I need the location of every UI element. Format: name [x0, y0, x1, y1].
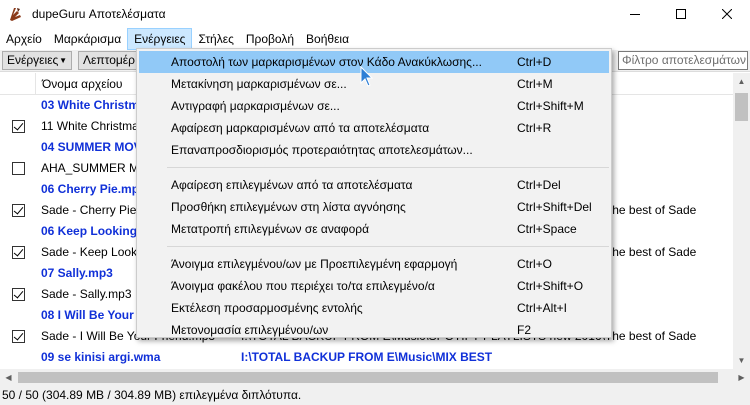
- filter-input[interactable]: Φίλτρο αποτελεσμάτων: [618, 51, 748, 70]
- row-filename: 09 se kinisi argi.wma: [41, 350, 161, 364]
- menu-item[interactable]: Αποστολή των μαρκαρισμένων στον Κάδο Ανα…: [139, 51, 609, 73]
- menu-separator: [167, 246, 609, 247]
- row-check-cell: [0, 221, 36, 242]
- close-icon: [722, 9, 732, 19]
- menu-mark[interactable]: Μαρκάρισμα: [48, 28, 127, 50]
- row-check-cell: [0, 158, 36, 179]
- details-button[interactable]: Λεπτομέρ: [78, 51, 138, 70]
- row-check-cell: [0, 305, 36, 326]
- menu-item-shortcut: Ctrl+Shift+M: [517, 99, 584, 113]
- window-controls: [612, 0, 750, 28]
- menu-item-label: Αποστολή των μαρκαρισμένων στον Κάδο Ανα…: [171, 55, 482, 69]
- menu-view[interactable]: Προβολή: [240, 28, 300, 50]
- menu-item-shortcut: Ctrl+Shift+Del: [517, 200, 592, 214]
- scroll-up-icon[interactable]: ▲: [733, 73, 750, 90]
- menu-item-shortcut: Ctrl+O: [517, 257, 553, 271]
- status-text: 50 / 50 (304.89 MB / 304.89 MB) επιλεγμέ…: [2, 388, 302, 402]
- row-check-cell: [0, 326, 36, 347]
- filter-placeholder: Φίλτρο αποτελεσμάτων: [622, 53, 747, 67]
- actions-dropdown-button[interactable]: Ενέργειες ▼: [2, 51, 72, 70]
- menu-item-label: Εκτέλεση προσαρμοσμένης εντολής: [171, 301, 363, 315]
- menu-item-label: Άνοιγμα επιλεγμένου/ων με Προεπιλεγμένη …: [171, 257, 458, 271]
- row-check-cell: [0, 284, 36, 305]
- menu-item-shortcut: Ctrl+M: [517, 77, 553, 91]
- mouse-cursor-icon: [360, 66, 374, 87]
- menu-item-label: Επαναπροσδιορισμός προτεραιότητας αποτελ…: [171, 143, 473, 157]
- row-checkbox[interactable]: [11, 330, 25, 343]
- row-check-cell: [0, 179, 36, 200]
- menu-help[interactable]: Βοήθεια: [300, 28, 355, 50]
- row-folder: I:\TOTAL BACKUP FROM E\Music\MIX BEST: [241, 350, 493, 364]
- horizontal-scroll-thumb[interactable]: [18, 372, 718, 383]
- menu-columns[interactable]: Στήλες: [192, 28, 239, 50]
- menu-item[interactable]: Προσθήκη επιλεγμένων στη λίστα αγνόησης C…: [137, 196, 611, 218]
- menu-bar: Αρχείο Μαρκάρισμα Ενέργειες Στήλες Προβο…: [0, 28, 750, 50]
- scroll-left-icon[interactable]: ◀: [0, 369, 17, 386]
- status-bar: 50 / 50 (304.89 MB / 304.89 MB) επιλεγμέ…: [0, 386, 750, 405]
- menu-item[interactable]: Μετακίνηση μαρκαρισμένων σε... Ctrl+M: [137, 73, 611, 95]
- row-check-cell: [0, 347, 36, 368]
- menu-item[interactable]: Εκτέλεση προσαρμοσμένης εντολής Ctrl+Alt+…: [137, 297, 611, 319]
- menu-item-label: Αφαίρεση επιλεγμένων από τα αποτελέσματα: [171, 178, 413, 192]
- row-check-cell: [0, 242, 36, 263]
- row-checkbox[interactable]: [11, 288, 25, 301]
- dupeguru-app-icon: [10, 8, 21, 21]
- menu-item-shortcut: Ctrl+R: [517, 121, 552, 135]
- row-check-cell: [0, 137, 36, 158]
- header-check-column[interactable]: [0, 73, 36, 95]
- menu-item[interactable]: Άνοιγμα επιλεγμένου/ων με Προεπιλεγμένη …: [137, 253, 611, 275]
- menu-item[interactable]: Αντιγραφή μαρκαρισμένων σε... Ctrl+Shift+…: [137, 95, 611, 117]
- menu-item-shortcut: Ctrl+Alt+I: [517, 301, 568, 315]
- menu-separator: [167, 167, 609, 168]
- vertical-scroll-thumb[interactable]: [735, 93, 748, 121]
- menu-item[interactable]: Μετονομασία επιλεγμένου/ων F2: [137, 319, 611, 341]
- actions-menu-dropdown: Αποστολή των μαρκαρισμένων στον Κάδο Ανα…: [136, 48, 612, 338]
- menu-item-shortcut: Ctrl+D: [517, 55, 552, 69]
- row-check-cell: [0, 200, 36, 221]
- row-check-cell: [0, 263, 36, 284]
- menu-item[interactable]: Επαναπροσδιορισμός προτεραιότητας αποτελ…: [137, 139, 611, 161]
- menu-item[interactable]: Μετατροπή επιλεγμένων σε αναφορά Ctrl+Spa…: [137, 218, 611, 240]
- menu-item[interactable]: Αφαίρεση μαρκαρισμένων από τα αποτελέσμα…: [137, 117, 611, 139]
- menu-item-label: Μετακίνηση μαρκαρισμένων σε...: [171, 77, 347, 91]
- maximize-icon: [676, 9, 686, 19]
- menu-actions[interactable]: Ενέργειες: [127, 28, 193, 50]
- row-checkbox[interactable]: [11, 162, 25, 175]
- row-check-cell: [0, 95, 36, 116]
- close-button[interactable]: [704, 0, 750, 28]
- menu-item-label: Προσθήκη επιλεγμένων στη λίστα αγνόησης: [171, 200, 406, 214]
- menu-item-shortcut: F2: [517, 323, 532, 337]
- scroll-down-icon[interactable]: ▼: [733, 352, 750, 369]
- menu-item[interactable]: Άνοιγμα φακέλου που περιέχει το/τα επιλε…: [137, 275, 611, 297]
- window-title: dupeGuru Αποτελέσματα: [32, 7, 166, 21]
- menu-item[interactable]: Αφαίρεση επιλεγμένων από τα αποτελέσματα…: [137, 174, 611, 196]
- minimize-button[interactable]: [612, 0, 658, 28]
- scroll-right-icon[interactable]: ▶: [733, 369, 750, 386]
- menu-item-label: Αφαίρεση μαρκαρισμένων από τα αποτελέσμα…: [171, 121, 430, 135]
- menu-item-label: Άνοιγμα φακέλου που περιέχει το/τα επιλε…: [171, 279, 435, 293]
- table-row[interactable]: 09 se kinisi argi.wma I:\TOTAL BACKUP FRO…: [0, 347, 738, 368]
- dropdown-arrow-icon: ▼: [59, 56, 67, 65]
- menu-item-shortcut: Ctrl+Shift+O: [517, 279, 584, 293]
- horizontal-scrollbar[interactable]: ◀ ▶: [0, 369, 750, 386]
- row-checkbox[interactable]: [11, 246, 25, 259]
- menu-item-shortcut: Ctrl+Space: [517, 222, 577, 236]
- menu-file[interactable]: Αρχείο: [0, 28, 48, 50]
- menu-item-shortcut: Ctrl+Del: [517, 178, 561, 192]
- menu-item-label: Μετονομασία επιλεγμένου/ων: [171, 323, 329, 337]
- row-checkbox[interactable]: [11, 204, 25, 217]
- row-check-cell: [0, 116, 36, 137]
- minimize-icon: [630, 14, 640, 15]
- vertical-scrollbar[interactable]: ▲ ▼: [733, 73, 750, 369]
- maximize-button[interactable]: [658, 0, 704, 28]
- actions-dropdown-label: Ενέργειες: [7, 53, 59, 67]
- title-bar: dupeGuru Αποτελέσματα: [0, 0, 750, 28]
- details-button-label: Λεπτομέρ: [83, 53, 135, 67]
- menu-item-label: Αντιγραφή μαρκαρισμένων σε...: [171, 99, 340, 113]
- row-checkbox[interactable]: [11, 120, 25, 133]
- menu-item-label: Μετατροπή επιλεγμένων σε αναφορά: [171, 222, 370, 236]
